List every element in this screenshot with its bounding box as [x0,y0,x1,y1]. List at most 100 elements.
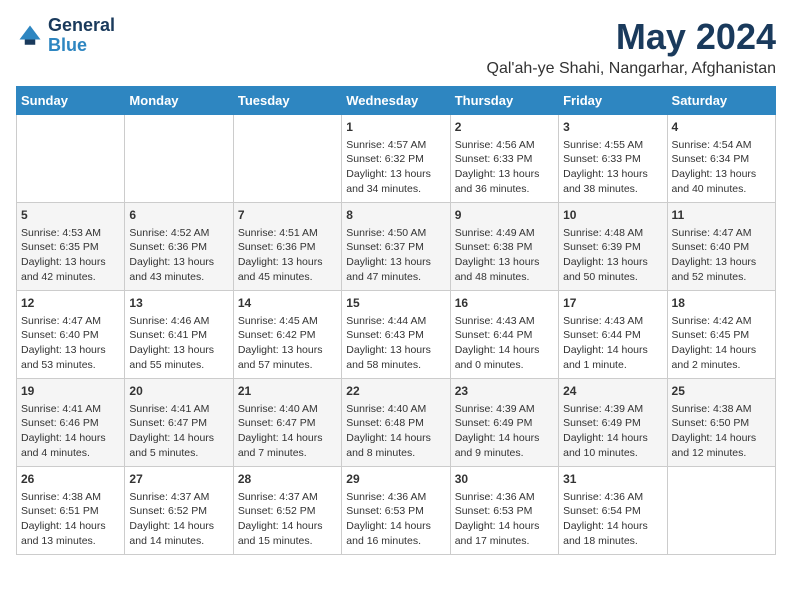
day-number: 28 [238,471,337,488]
calendar-cell: 16 Sunrise: 4:43 AM Sunset: 6:44 PM Dayli… [450,291,558,379]
day-info: Sunrise: 4:39 AM Sunset: 6:49 PM Dayligh… [563,402,662,461]
day-number: 3 [563,119,662,136]
day-number: 8 [346,207,445,224]
day-info: Sunrise: 4:39 AM Sunset: 6:49 PM Dayligh… [455,402,554,461]
day-info: Sunrise: 4:45 AM Sunset: 6:42 PM Dayligh… [238,314,337,373]
calendar-cell: 30 Sunrise: 4:36 AM Sunset: 6:53 PM Dayli… [450,467,558,555]
day-number: 18 [672,295,771,312]
day-info: Sunrise: 4:42 AM Sunset: 6:45 PM Dayligh… [672,314,771,373]
day-number: 14 [238,295,337,312]
day-info: Sunrise: 4:43 AM Sunset: 6:44 PM Dayligh… [455,314,554,373]
calendar-week-row: 12Sunrise: 4:47 AM Sunset: 6:40 PM Dayli… [17,291,776,379]
weekday-header-tuesday: Tuesday [233,87,341,115]
day-number: 2 [455,119,554,136]
calendar-cell [17,115,125,203]
calendar-cell: 18 Sunrise: 4:42 AM Sunset: 6:45 PM Dayli… [667,291,775,379]
weekday-header-sunday: Sunday [17,87,125,115]
calendar-week-row: 19 Sunrise: 4:41 AM Sunset: 6:46 PM Dayli… [17,379,776,467]
calendar-cell: 27Sunrise: 4:37 AM Sunset: 6:52 PM Dayli… [125,467,233,555]
day-info: Sunrise: 4:52 AM Sunset: 6:36 PM Dayligh… [129,226,228,285]
day-info: Sunrise: 4:56 AM Sunset: 6:33 PM Dayligh… [455,138,554,197]
day-number: 23 [455,383,554,400]
calendar-cell: 10Sunrise: 4:48 AM Sunset: 6:39 PM Dayli… [559,203,667,291]
calendar-cell: 11 Sunrise: 4:47 AM Sunset: 6:40 PM Dayli… [667,203,775,291]
weekday-header-row: SundayMondayTuesdayWednesdayThursdayFrid… [17,87,776,115]
logo-text-general: General [48,16,115,36]
calendar-cell [667,467,775,555]
calendar-table: SundayMondayTuesdayWednesdayThursdayFrid… [16,86,776,555]
day-info: Sunrise: 4:49 AM Sunset: 6:38 PM Dayligh… [455,226,554,285]
calendar-cell [233,115,341,203]
day-info: Sunrise: 4:54 AM Sunset: 6:34 PM Dayligh… [672,138,771,197]
day-info: Sunrise: 4:41 AM Sunset: 6:46 PM Dayligh… [21,402,120,461]
day-number: 4 [672,119,771,136]
day-number: 22 [346,383,445,400]
calendar-cell: 9 Sunrise: 4:49 AM Sunset: 6:38 PM Daylig… [450,203,558,291]
calendar-cell: 24 Sunrise: 4:39 AM Sunset: 6:49 PM Dayli… [559,379,667,467]
calendar-cell: 4 Sunrise: 4:54 AM Sunset: 6:34 PM Daylig… [667,115,775,203]
calendar-cell: 2 Sunrise: 4:56 AM Sunset: 6:33 PM Daylig… [450,115,558,203]
day-info: Sunrise: 4:47 AM Sunset: 6:40 PM Dayligh… [672,226,771,285]
day-number: 10 [563,207,662,224]
day-info: Sunrise: 4:53 AM Sunset: 6:35 PM Dayligh… [21,226,120,285]
day-number: 31 [563,471,662,488]
day-info: Sunrise: 4:36 AM Sunset: 6:54 PM Dayligh… [563,490,662,549]
day-info: Sunrise: 4:46 AM Sunset: 6:41 PM Dayligh… [129,314,228,373]
day-info: Sunrise: 4:36 AM Sunset: 6:53 PM Dayligh… [346,490,445,549]
day-number: 12 [21,295,120,312]
day-info: Sunrise: 4:55 AM Sunset: 6:33 PM Dayligh… [563,138,662,197]
day-number: 15 [346,295,445,312]
calendar-cell: 1 Sunrise: 4:57 AM Sunset: 6:32 PM Daylig… [342,115,450,203]
day-number: 11 [672,207,771,224]
day-info: Sunrise: 4:57 AM Sunset: 6:32 PM Dayligh… [346,138,445,197]
day-number: 9 [455,207,554,224]
title-block: May 2024 Qal'ah-ye Shahi, Nangarhar, Afg… [487,16,776,78]
calendar-cell: 15 Sunrise: 4:44 AM Sunset: 6:43 PM Dayli… [342,291,450,379]
calendar-cell: 23 Sunrise: 4:39 AM Sunset: 6:49 PM Dayli… [450,379,558,467]
day-number: 1 [346,119,445,136]
month-title: May 2024 [487,16,776,58]
day-number: 19 [21,383,120,400]
calendar-cell: 8 Sunrise: 4:50 AM Sunset: 6:37 PM Daylig… [342,203,450,291]
day-info: Sunrise: 4:40 AM Sunset: 6:47 PM Dayligh… [238,402,337,461]
calendar-cell: 13 Sunrise: 4:46 AM Sunset: 6:41 PM Dayli… [125,291,233,379]
calendar-cell: 12Sunrise: 4:47 AM Sunset: 6:40 PM Dayli… [17,291,125,379]
calendar-cell: 7Sunrise: 4:51 AM Sunset: 6:36 PM Daylig… [233,203,341,291]
calendar-cell: 29Sunrise: 4:36 AM Sunset: 6:53 PM Dayli… [342,467,450,555]
weekday-header-thursday: Thursday [450,87,558,115]
day-info: Sunrise: 4:40 AM Sunset: 6:48 PM Dayligh… [346,402,445,461]
day-number: 17 [563,295,662,312]
calendar-week-row: 5Sunrise: 4:53 AM Sunset: 6:35 PM Daylig… [17,203,776,291]
day-info: Sunrise: 4:36 AM Sunset: 6:53 PM Dayligh… [455,490,554,549]
day-number: 16 [455,295,554,312]
calendar-week-row: 26Sunrise: 4:38 AM Sunset: 6:51 PM Dayli… [17,467,776,555]
day-info: Sunrise: 4:50 AM Sunset: 6:37 PM Dayligh… [346,226,445,285]
location-title: Qal'ah-ye Shahi, Nangarhar, Afghanistan [487,60,776,78]
weekday-header-monday: Monday [125,87,233,115]
day-number: 30 [455,471,554,488]
day-number: 13 [129,295,228,312]
day-info: Sunrise: 4:38 AM Sunset: 6:50 PM Dayligh… [672,402,771,461]
calendar-cell: 20Sunrise: 4:41 AM Sunset: 6:47 PM Dayli… [125,379,233,467]
day-info: Sunrise: 4:43 AM Sunset: 6:44 PM Dayligh… [563,314,662,373]
calendar-cell: 5Sunrise: 4:53 AM Sunset: 6:35 PM Daylig… [17,203,125,291]
day-info: Sunrise: 4:41 AM Sunset: 6:47 PM Dayligh… [129,402,228,461]
calendar-cell: 19 Sunrise: 4:41 AM Sunset: 6:46 PM Dayli… [17,379,125,467]
weekday-header-wednesday: Wednesday [342,87,450,115]
calendar-cell [125,115,233,203]
calendar-cell: 6Sunrise: 4:52 AM Sunset: 6:36 PM Daylig… [125,203,233,291]
day-number: 21 [238,383,337,400]
calendar-cell: 21 Sunrise: 4:40 AM Sunset: 6:47 PM Dayli… [233,379,341,467]
page-header: General Blue May 2024 Qal'ah-ye Shahi, N… [16,16,776,78]
weekday-header-friday: Friday [559,87,667,115]
calendar-cell: 25Sunrise: 4:38 AM Sunset: 6:50 PM Dayli… [667,379,775,467]
day-info: Sunrise: 4:37 AM Sunset: 6:52 PM Dayligh… [129,490,228,549]
day-info: Sunrise: 4:44 AM Sunset: 6:43 PM Dayligh… [346,314,445,373]
calendar-cell: 31 Sunrise: 4:36 AM Sunset: 6:54 PM Dayli… [559,467,667,555]
day-info: Sunrise: 4:51 AM Sunset: 6:36 PM Dayligh… [238,226,337,285]
calendar-cell: 3 Sunrise: 4:55 AM Sunset: 6:33 PM Daylig… [559,115,667,203]
day-number: 24 [563,383,662,400]
calendar-cell: 17 Sunrise: 4:43 AM Sunset: 6:44 PM Dayli… [559,291,667,379]
calendar-cell: 22 Sunrise: 4:40 AM Sunset: 6:48 PM Dayli… [342,379,450,467]
calendar-cell: 28Sunrise: 4:37 AM Sunset: 6:52 PM Dayli… [233,467,341,555]
